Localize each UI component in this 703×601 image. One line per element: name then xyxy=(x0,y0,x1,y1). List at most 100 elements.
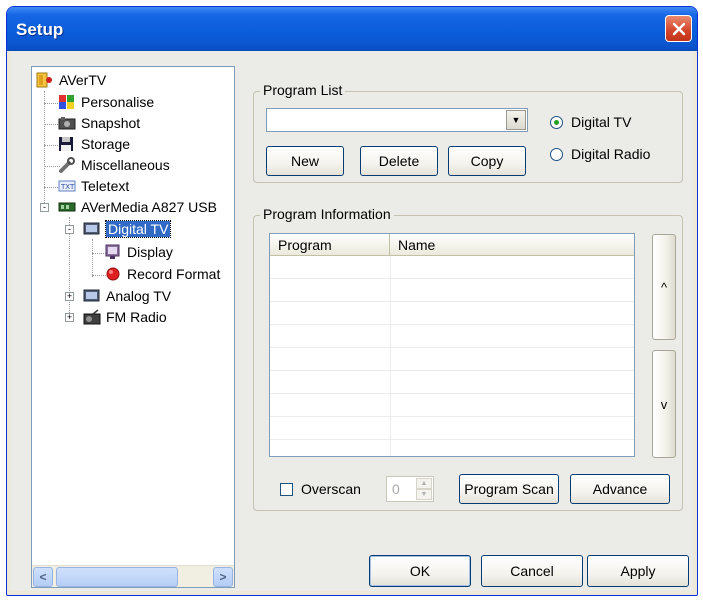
program-list-view[interactable]: Program Name xyxy=(269,233,635,457)
tree-item-fm-radio[interactable]: FM Radio xyxy=(83,307,167,327)
table-row xyxy=(270,348,634,371)
chevron-up-icon: ^ xyxy=(660,279,668,295)
tree-horizontal-scrollbar[interactable]: < > xyxy=(32,565,234,587)
dialog-body: AVerTV Personalise Snapshot Storage Misc… xyxy=(11,51,693,591)
tv-icon xyxy=(83,288,101,304)
table-row xyxy=(270,325,634,348)
list-scroll-down-button[interactable]: v xyxy=(652,350,676,458)
cancel-button[interactable]: Cancel xyxy=(481,555,583,587)
setup-dialog: Setup AVerTV Personalise Snapshot Storag… xyxy=(6,6,698,596)
tree-item-label: AVerTV xyxy=(59,72,107,88)
tree-item-label: Display xyxy=(127,244,173,260)
program-scan-button[interactable]: Program Scan xyxy=(459,474,559,504)
program-list-group: Program List ▼ New Delete Copy Digital T… xyxy=(253,82,683,183)
tree-item-display[interactable]: Display xyxy=(104,242,173,262)
table-row xyxy=(270,256,634,279)
monitor-icon xyxy=(104,244,122,260)
program-list-legend: Program List xyxy=(260,82,346,98)
teletext-icon: TXT xyxy=(58,178,76,194)
close-icon xyxy=(672,22,685,35)
radio-label: Digital Radio xyxy=(571,146,651,162)
list-scroll-up-button[interactable]: ^ xyxy=(652,234,676,340)
svg-text:TXT: TXT xyxy=(60,183,75,191)
radio-label: Digital TV xyxy=(571,114,632,130)
tv-icon xyxy=(83,221,101,237)
radio-indicator xyxy=(550,147,563,161)
floppy-disk-icon xyxy=(58,136,76,152)
tree-item-miscellaneous[interactable]: Miscellaneous xyxy=(58,155,170,175)
tree-item-teletext[interactable]: TXT Teletext xyxy=(58,176,129,196)
list-header: Program Name xyxy=(270,234,634,256)
combo-dropdown-button[interactable]: ▼ xyxy=(506,110,526,130)
scroll-left-button[interactable]: < xyxy=(33,567,53,587)
tree-item-label: FM Radio xyxy=(106,309,167,325)
tree-item-label: Analog TV xyxy=(106,288,172,304)
tree-expander[interactable]: + xyxy=(65,313,74,322)
tree-item-avertv[interactable]: AVerTV xyxy=(36,70,106,90)
tree-item-label: Teletext xyxy=(81,178,130,194)
program-information-legend: Program Information xyxy=(260,206,394,222)
table-row xyxy=(270,417,634,440)
tree-item-storage[interactable]: Storage xyxy=(58,134,130,154)
column-header-name[interactable]: Name xyxy=(390,234,634,256)
camera-icon xyxy=(58,115,76,131)
program-list-combo[interactable]: ▼ xyxy=(266,108,528,132)
title-bar[interactable]: Setup xyxy=(7,7,697,51)
delete-button[interactable]: Delete xyxy=(360,146,438,176)
window-title: Setup xyxy=(16,20,64,39)
radio-digital-tv[interactable]: Digital TV xyxy=(550,114,631,130)
scroll-thumb[interactable] xyxy=(56,567,178,587)
table-row xyxy=(270,394,634,417)
tree-item-label: Snapshot xyxy=(81,115,141,131)
tree-item-digital-tv[interactable]: Digital TV xyxy=(83,219,172,239)
scroll-right-button[interactable]: > xyxy=(213,567,233,587)
overscan-value: 0 xyxy=(392,481,400,497)
new-button[interactable]: New xyxy=(266,146,344,176)
tree-item-avermedia-a827-usb[interactable]: AVerMedia A827 USB xyxy=(58,197,217,217)
personalise-icon xyxy=(58,94,76,110)
usb-device-icon xyxy=(58,199,76,215)
table-row xyxy=(270,302,634,325)
tree-item-label: Digital TV xyxy=(104,220,172,238)
overscan-spinner[interactable]: 0 ▲ ▼ xyxy=(386,476,434,502)
column-header-program[interactable]: Program xyxy=(270,234,390,256)
tree-item-label: Personalise xyxy=(81,94,155,110)
chevron-down-icon: v xyxy=(660,396,668,412)
tree-item-analog-tv[interactable]: Analog TV xyxy=(83,286,171,306)
chevron-right-icon: > xyxy=(219,570,227,584)
wrench-icon xyxy=(58,157,76,173)
ok-button[interactable]: OK xyxy=(369,555,471,587)
tree-item-snapshot[interactable]: Snapshot xyxy=(58,113,140,133)
spin-down-button[interactable]: ▼ xyxy=(416,489,432,500)
settings-tree[interactable]: AVerTV Personalise Snapshot Storage Misc… xyxy=(31,66,235,588)
close-button[interactable] xyxy=(665,15,692,42)
radio-icon xyxy=(83,309,101,325)
tree-expander[interactable]: - xyxy=(40,203,49,212)
tree-item-label: AVerMedia A827 USB xyxy=(81,199,217,215)
avertv-folder-icon xyxy=(36,72,54,88)
table-row xyxy=(270,279,634,302)
chevron-down-icon: ▼ xyxy=(511,115,521,125)
program-information-group: Program Information Program Name ^ v Ove… xyxy=(253,206,683,511)
overscan-label: Overscan xyxy=(301,481,361,497)
checkbox-box xyxy=(280,482,293,496)
tree-item-label: Record Format xyxy=(127,266,221,282)
apply-button[interactable]: Apply xyxy=(587,555,689,587)
spin-up-button[interactable]: ▲ xyxy=(416,478,432,489)
overscan-checkbox[interactable]: Overscan xyxy=(280,481,361,497)
radio-digital-radio[interactable]: Digital Radio xyxy=(550,146,650,162)
advance-button[interactable]: Advance xyxy=(570,474,670,504)
tree-item-record-format[interactable]: Record Format xyxy=(104,264,220,284)
copy-button[interactable]: Copy xyxy=(448,146,526,176)
tree-item-label: Miscellaneous xyxy=(81,157,170,173)
tree-line xyxy=(92,239,93,277)
table-row xyxy=(270,371,634,394)
chevron-left-icon: < xyxy=(39,570,47,584)
tree-item-personalise[interactable]: Personalise xyxy=(58,92,154,112)
radio-indicator xyxy=(550,115,563,129)
tree-expander[interactable]: + xyxy=(65,292,74,301)
record-icon xyxy=(104,266,122,282)
tree-line xyxy=(44,91,45,211)
tree-expander[interactable]: - xyxy=(65,225,74,234)
tree-item-label: Storage xyxy=(81,136,131,152)
